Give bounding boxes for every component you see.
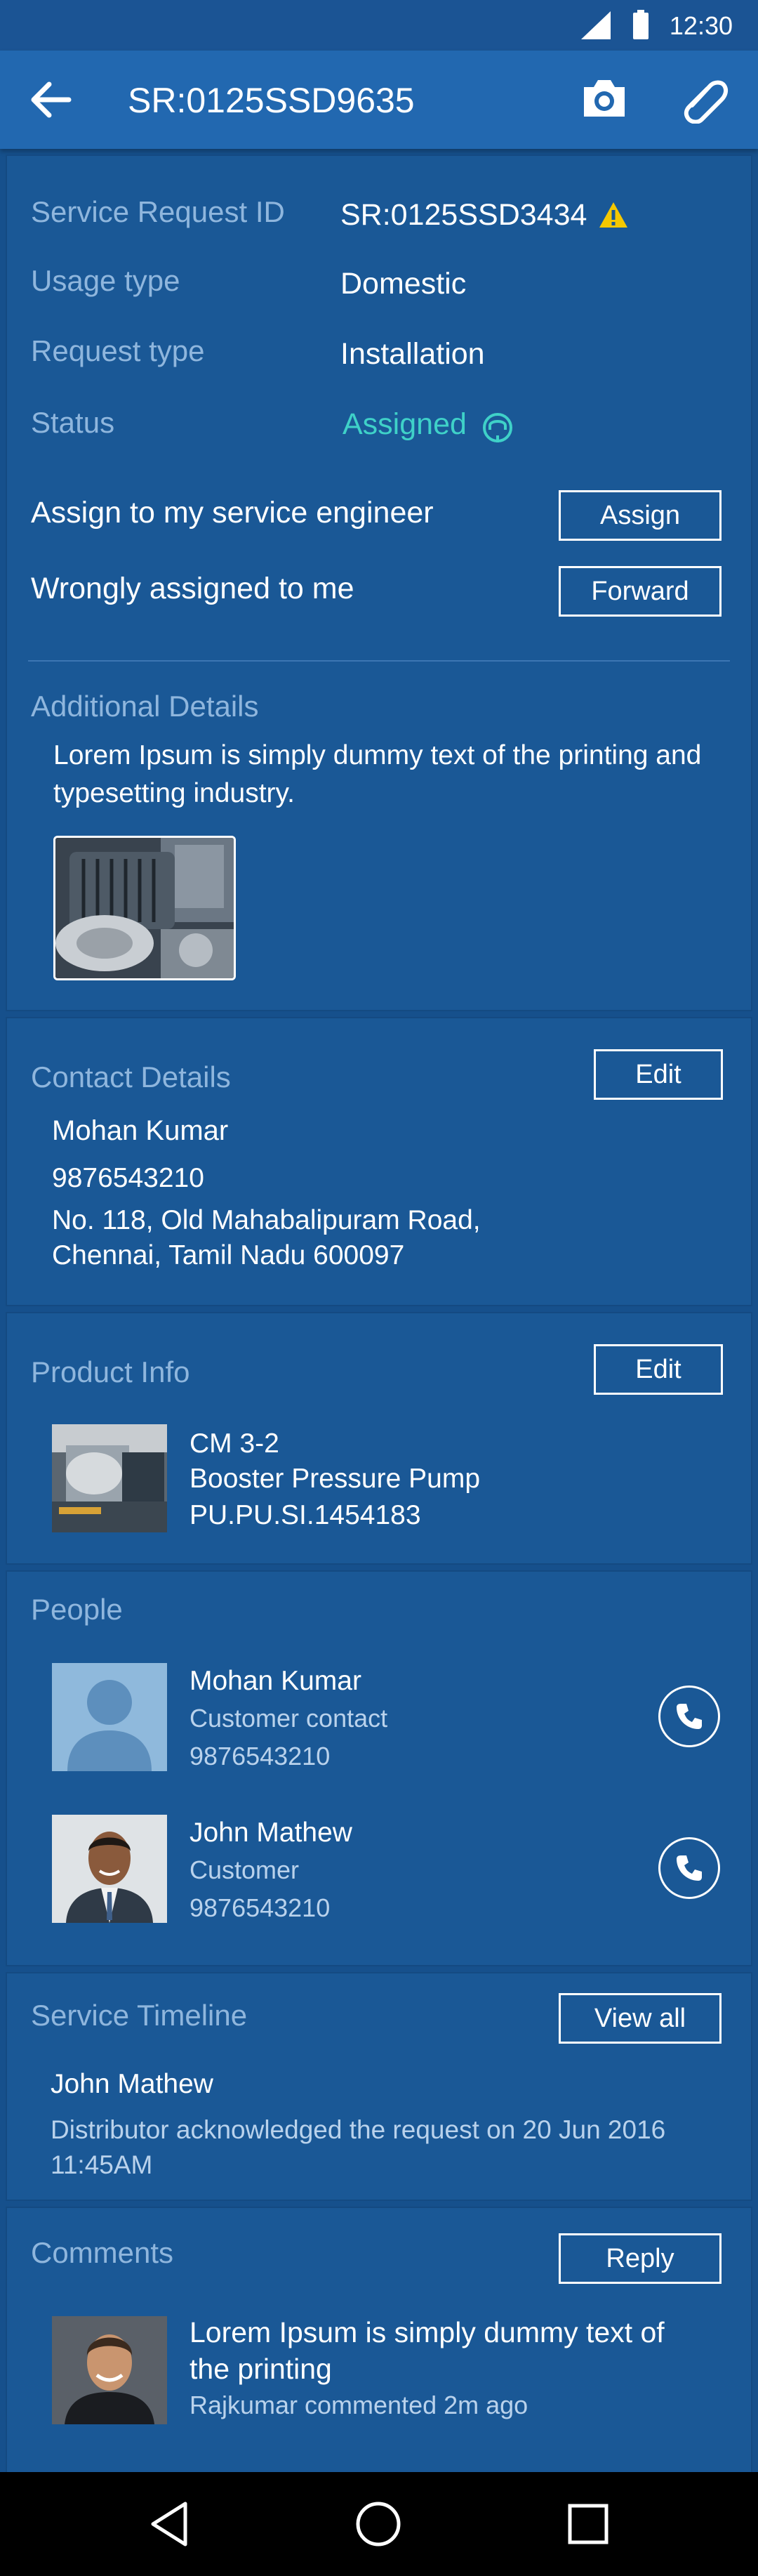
headset-icon xyxy=(483,413,512,442)
phone-icon xyxy=(677,1855,702,1881)
person-role: Customer contact xyxy=(190,1704,388,1733)
status-label: Status xyxy=(31,406,115,439)
navigation-bar xyxy=(0,2472,758,2576)
service-timeline-card: Service Timeline View all John Mathew Di… xyxy=(7,1973,751,2200)
signal-icon xyxy=(581,11,611,39)
service-timeline-label: Service Timeline xyxy=(31,1999,248,2032)
additional-details-text-line2: typesetting industry. xyxy=(53,778,295,808)
person-role: Customer xyxy=(190,1855,300,1884)
contact-details-label: Contact Details xyxy=(31,1060,231,1093)
product-info-card: Product Info Edit CM 3-2 Booster Pressur… xyxy=(7,1313,751,1563)
back-nav-icon[interactable] xyxy=(149,2501,191,2547)
person-phone: 9876543210 xyxy=(190,1742,331,1770)
contact-name: Mohan Kumar xyxy=(52,1115,229,1146)
request-type-label: Request type xyxy=(31,334,205,367)
comment-text-line1: Lorem Ipsum is simply dummy text of xyxy=(190,2316,665,2348)
product-thumbnail xyxy=(52,1424,167,1532)
product-edit-button[interactable]: Edit xyxy=(594,1344,723,1395)
person-icon xyxy=(67,1680,152,1771)
contact-phone: 9876543210 xyxy=(52,1163,204,1193)
contact-address-line2: Chennai, Tamil Nadu 600097 xyxy=(52,1240,405,1270)
status-time: 12:30 xyxy=(669,11,733,40)
service-request-id-label: Service Request ID xyxy=(31,195,285,228)
section-divider xyxy=(28,660,730,662)
person-phone: 9876543210 xyxy=(190,1893,331,1922)
page-title: SR:0125SSD9635 xyxy=(128,81,415,120)
people-label: People xyxy=(31,1593,123,1626)
app-bar: SR:0125SSD9635 xyxy=(0,51,758,149)
pump-photo xyxy=(52,1424,167,1532)
comment-text-line2: the printing xyxy=(190,2353,332,2385)
timeline-name: John Mathew xyxy=(51,2069,213,2099)
people-card: People Mohan Kumar Customer contact 9876… xyxy=(7,1572,751,1965)
avatar xyxy=(52,1815,167,1923)
product-model: CM 3-2 xyxy=(190,1428,279,1459)
product-name: Booster Pressure Pump xyxy=(190,1464,481,1494)
person-name: Mohan Kumar xyxy=(190,1666,361,1696)
status-bar: 12:30 xyxy=(0,0,758,51)
warning-icon xyxy=(599,202,627,228)
battery-icon xyxy=(633,10,649,39)
person-name: John Mathew xyxy=(190,1818,352,1848)
machine-photo xyxy=(55,838,234,978)
usage-type-label: Usage type xyxy=(31,264,180,297)
wrongly-assigned-text: Wrongly assigned to me xyxy=(31,572,354,605)
avatar-placeholder xyxy=(52,1663,167,1771)
timeline-text-line1: Distributor acknowledged the request on … xyxy=(51,2115,666,2144)
comment-meta: Rajkumar commented 2m ago xyxy=(190,2391,528,2419)
contact-edit-button[interactable]: Edit xyxy=(594,1049,723,1100)
product-serial: PU.PU.SI.1454183 xyxy=(190,1500,421,1530)
commenter-avatar xyxy=(52,2316,167,2424)
person-photo xyxy=(52,1815,167,1923)
reply-button[interactable]: Reply xyxy=(559,2233,722,2284)
assign-button[interactable]: Assign xyxy=(559,490,722,541)
comments-card: Comments Reply Lorem Ipsum is simply dum… xyxy=(7,2208,751,2472)
camera-icon[interactable] xyxy=(580,76,629,121)
additional-details-text-line1: Lorem Ipsum is simply dummy text of the … xyxy=(53,740,702,770)
person-item: John Mathew Customer 9876543210 xyxy=(7,1815,751,1927)
recents-nav-icon[interactable] xyxy=(567,2503,609,2545)
request-summary-card: Service Request ID SR:0125SSD3434 Usage … xyxy=(7,156,751,1010)
additional-details-label: Additional Details xyxy=(31,690,259,723)
attachment-icon[interactable] xyxy=(682,74,729,124)
contact-details-card: Contact Details Edit Mohan Kumar 9876543… xyxy=(7,1018,751,1305)
view-all-button[interactable]: View all xyxy=(559,1993,722,2044)
person-photo xyxy=(52,2316,167,2424)
service-request-id-value: SR:0125SSD3434 xyxy=(340,198,587,232)
product-info-label: Product Info xyxy=(31,1355,190,1388)
call-button[interactable] xyxy=(658,1685,720,1747)
assign-text: Assign to my service engineer xyxy=(31,496,434,530)
timeline-text-line2: 11:45AM xyxy=(51,2150,153,2179)
usage-type-value: Domestic xyxy=(340,267,467,301)
home-nav-icon[interactable] xyxy=(355,2501,401,2547)
call-button[interactable] xyxy=(658,1837,720,1899)
contact-address-line1: No. 118, Old Mahabalipuram Road, xyxy=(52,1205,481,1235)
comments-label: Comments xyxy=(31,2236,174,2269)
phone-icon xyxy=(677,1704,702,1729)
attachment-thumbnail[interactable] xyxy=(53,836,236,980)
back-arrow-icon[interactable] xyxy=(28,79,73,121)
request-type-value: Installation xyxy=(340,337,485,371)
person-item: Mohan Kumar Customer contact 9876543210 xyxy=(7,1663,751,1775)
forward-button[interactable]: Forward xyxy=(559,566,722,617)
status-value: Assigned xyxy=(343,407,467,441)
